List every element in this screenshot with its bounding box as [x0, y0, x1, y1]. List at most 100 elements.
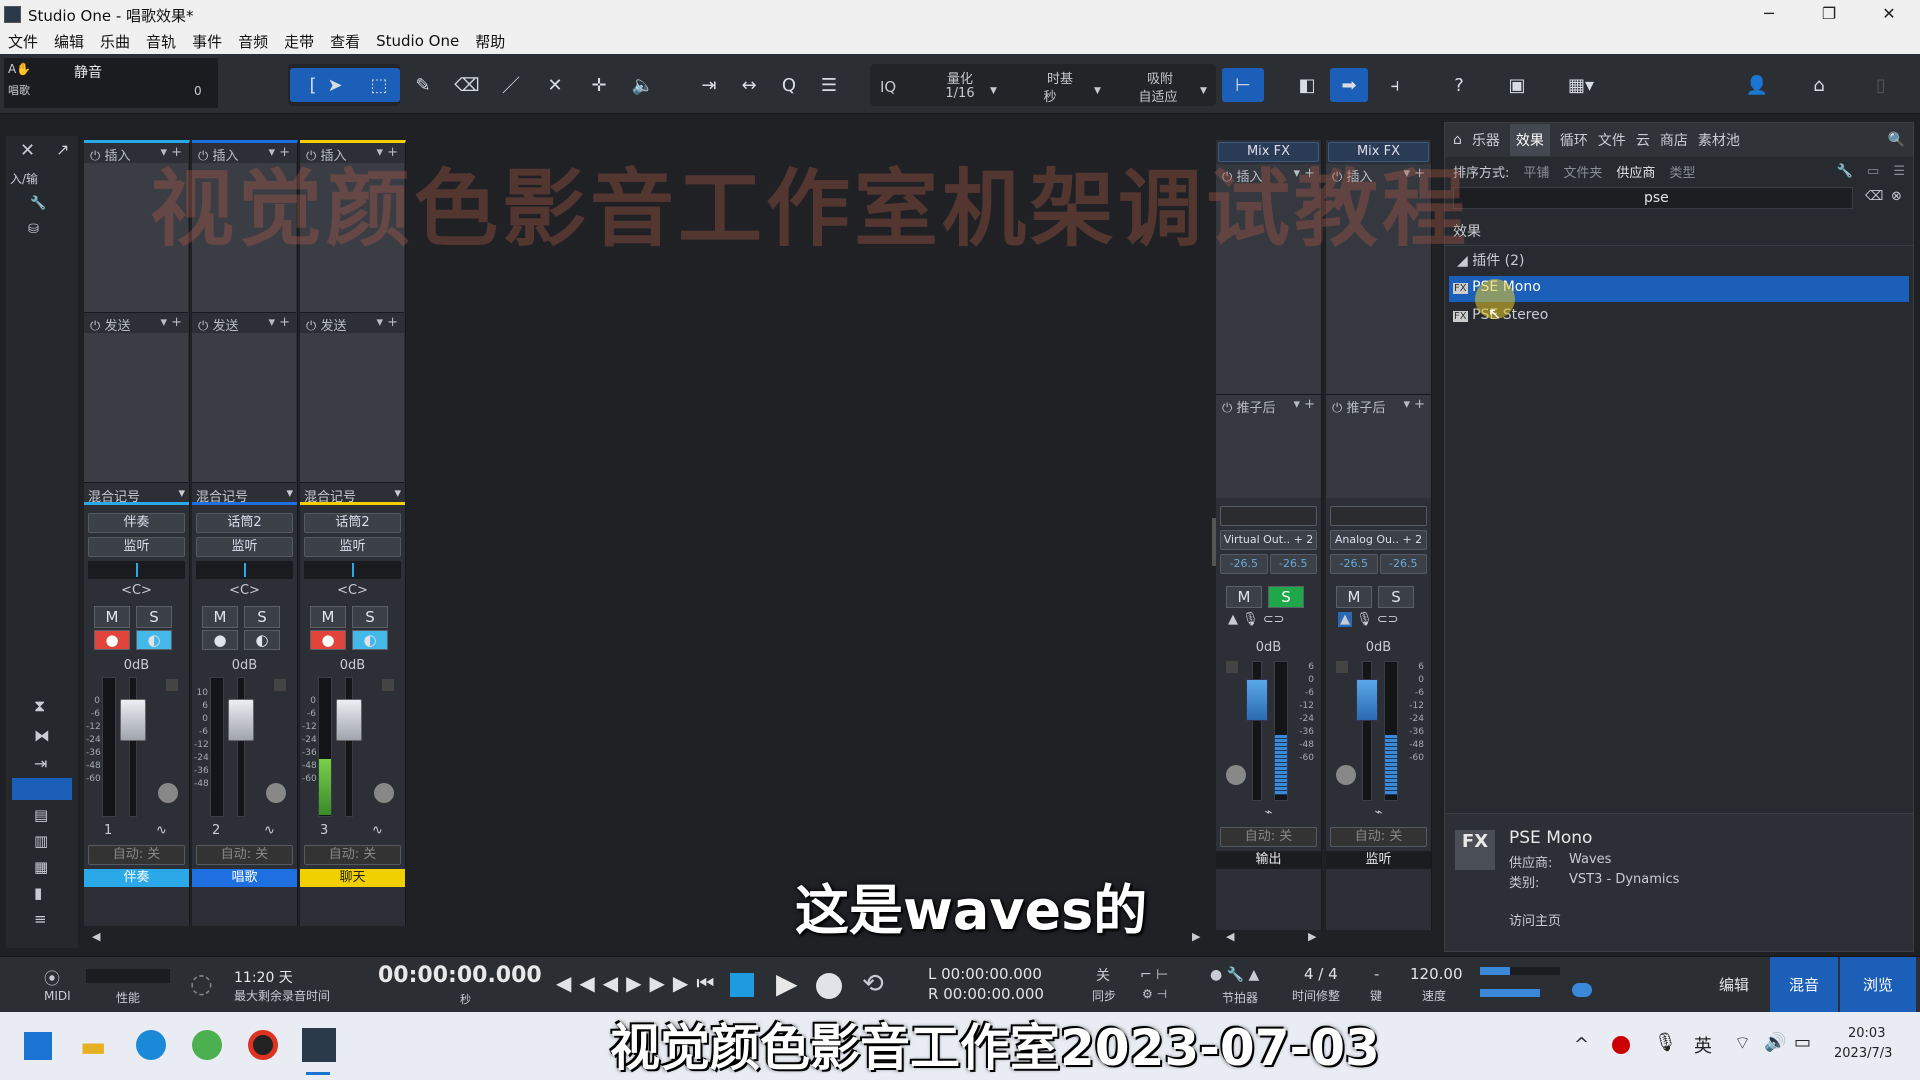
volume-fader[interactable]: [228, 699, 254, 741]
loop-end[interactable]: R 00:00:00.000: [928, 985, 1044, 1003]
volume-fader[interactable]: [1356, 679, 1378, 721]
chevron-up-icon[interactable]: ^: [1574, 1034, 1589, 1055]
add-insert-icon[interactable]: ▾ +: [1403, 397, 1425, 412]
range-tool-icon[interactable]: ⬚: [360, 68, 398, 102]
monitor-input-icon[interactable]: ◐: [136, 630, 172, 650]
search-input[interactable]: [1453, 187, 1853, 209]
send-slot[interactable]: ⏻ 发送 ▾ +: [84, 313, 188, 483]
tab-loops[interactable]: 循环: [1560, 130, 1588, 150]
volume-fader[interactable]: [1246, 679, 1268, 721]
menu-transport[interactable]: 走带: [284, 31, 314, 52]
close-icon[interactable]: ⊗: [1891, 189, 1902, 204]
close-button[interactable]: ✕: [1866, 2, 1912, 26]
rack-icon[interactable]: ▦: [34, 858, 48, 876]
wifi-icon[interactable]: ⌔: [1734, 1032, 1751, 1055]
menu-file[interactable]: 文件: [8, 31, 38, 52]
timestretch-icon[interactable]: ↔: [730, 68, 768, 102]
output-select[interactable]: Virtual Out.. + 2: [1220, 530, 1317, 550]
channel-name[interactable]: 伴奏: [84, 869, 189, 887]
video-icon[interactable]: ▣: [1498, 68, 1536, 102]
page-icon[interactable]: ▯: [1862, 68, 1900, 102]
start-icon[interactable]: [24, 1032, 52, 1060]
mix-label[interactable]: 混合记号 ▾: [192, 483, 297, 505]
battery-icon[interactable]: ▭: [1794, 1032, 1811, 1053]
sort-flat[interactable]: 平铺: [1523, 162, 1549, 181]
menu-track[interactable]: 音轨: [146, 31, 176, 52]
record-button[interactable]: ●: [310, 630, 346, 650]
input-icon[interactable]: ⇥: [34, 754, 47, 773]
monitor-input-icon[interactable]: ◐: [244, 630, 280, 650]
snap-value[interactable]: 自适应: [1126, 86, 1190, 105]
waveform-icon[interactable]: ∿: [156, 823, 167, 838]
rewind-icon[interactable]: ◀◀: [579, 971, 626, 995]
clock-time[interactable]: 20:03: [1848, 1026, 1885, 1041]
track-info-value[interactable]: 0: [194, 84, 202, 98]
monitor-button[interactable]: 监听: [196, 537, 293, 557]
settings-icon[interactable]: ⚙ ⊣: [1142, 987, 1167, 1001]
pan-knob-icon[interactable]: [374, 783, 394, 803]
close-icon[interactable]: ✕: [20, 140, 35, 161]
menu-view[interactable]: 查看: [330, 31, 360, 52]
user-icon[interactable]: 👤: [1738, 68, 1776, 102]
fader-lock-icon[interactable]: [274, 679, 286, 691]
mix-label[interactable]: 混合记号 ▾: [84, 483, 189, 505]
menu-audio[interactable]: 音频: [238, 31, 268, 52]
scroll-right-icon[interactable]: ▶: [1192, 930, 1200, 943]
rewind-start-icon[interactable]: ◀: [556, 971, 579, 995]
mute-button[interactable]: M: [1336, 586, 1372, 608]
empty-select[interactable]: [1330, 506, 1427, 526]
plugin-manager-icon[interactable]: ▦▾: [1556, 68, 1606, 102]
paint-tool-icon[interactable]: ／: [492, 68, 530, 102]
mic-icon[interactable]: 🎙: [1654, 1032, 1677, 1053]
explorer-icon[interactable]: ▬: [80, 1030, 106, 1063]
solo-button[interactable]: S: [136, 606, 172, 628]
power-icon[interactable]: ⏻: [1222, 401, 1232, 416]
loop-start[interactable]: L 00:00:00.000: [928, 965, 1042, 983]
monitor-button[interactable]: 监听: [304, 537, 401, 557]
monitor-button[interactable]: 监听: [88, 537, 185, 557]
record-tray-icon[interactable]: [1612, 1036, 1630, 1054]
pan-knob-icon[interactable]: [158, 783, 178, 803]
volume-fader[interactable]: [336, 699, 362, 741]
metronome-toggle[interactable]: [1572, 983, 1592, 997]
maps-icon[interactable]: [192, 1030, 222, 1060]
output-view-icon[interactable]: [12, 778, 72, 800]
time-unit[interactable]: 秒: [460, 991, 471, 1007]
key-value[interactable]: -: [1374, 965, 1379, 983]
fader-lock-icon[interactable]: [1336, 661, 1348, 673]
snap-toggle-icon[interactable]: ⊢: [1222, 68, 1264, 102]
link-icon[interactable]: ⌁: [1326, 805, 1431, 825]
ime-indicator[interactable]: 英: [1694, 1032, 1712, 1058]
menu-event[interactable]: 事件: [192, 31, 222, 52]
bus-name[interactable]: 监听: [1326, 851, 1431, 869]
channel-name[interactable]: 聊天: [300, 869, 405, 887]
wrench-icon[interactable]: 🔧: [1837, 164, 1853, 179]
autoscroll-icon[interactable]: ◧: [1288, 68, 1326, 102]
menu-studio-one[interactable]: Studio One: [376, 32, 459, 50]
clear-filter-icon[interactable]: ⌫: [1865, 189, 1883, 204]
split-tool-icon[interactable]: ✎: [404, 68, 442, 102]
chevron-down-icon[interactable]: ▾: [394, 486, 401, 501]
monitor-input-icon[interactable]: ◐: [352, 630, 388, 650]
stop-button[interactable]: [730, 973, 754, 997]
narrow-icon[interactable]: ⧗: [34, 696, 45, 716]
bus-name[interactable]: 输出: [1216, 851, 1321, 869]
power-icon[interactable]: ⏻: [90, 319, 100, 334]
metronome-icon[interactable]: ● 🔧 ▲: [1210, 967, 1259, 983]
list-item[interactable]: FX PSE Stereo: [1449, 304, 1909, 330]
power-icon[interactable]: ⏻: [1332, 401, 1342, 416]
phase-icon[interactable]: ▲ 🎙 ⊂⊃: [1338, 612, 1399, 627]
output-volume[interactable]: [1480, 989, 1540, 997]
studio-one-icon[interactable]: [302, 1028, 336, 1062]
menu-song[interactable]: 乐曲: [100, 31, 130, 52]
zoom-icon[interactable]: Q: [770, 68, 808, 102]
search-icon[interactable]: 🔍: [1888, 132, 1905, 148]
chevron-down-icon[interactable]: ▼: [1094, 86, 1101, 96]
volume-fader[interactable]: [120, 699, 146, 741]
edge-icon[interactable]: [136, 1030, 166, 1060]
pan-knob-icon[interactable]: [1336, 765, 1356, 785]
scroll-right-icon[interactable]: ▶: [1308, 930, 1316, 943]
chevron-down-icon[interactable]: ▾: [286, 486, 293, 501]
fader-lock-icon[interactable]: [1226, 661, 1238, 673]
channel-name[interactable]: 唱歌: [192, 869, 297, 887]
